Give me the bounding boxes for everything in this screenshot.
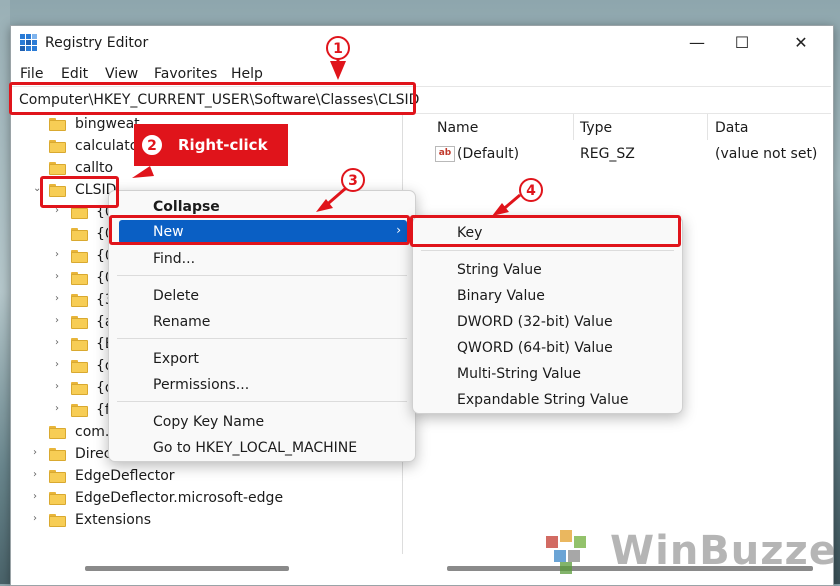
- step-badge-1: 1: [326, 36, 350, 60]
- step-badge-3: 3: [341, 168, 365, 192]
- step-badge-2: 2: [140, 133, 164, 157]
- watermark: WinBuzzer: [610, 528, 840, 574]
- winbuzzer-logo-icon: [546, 530, 586, 574]
- arrow-step2: [132, 166, 154, 178]
- callout-right-click: 2 Right-click: [134, 124, 288, 166]
- step-badge-4: 4: [519, 178, 543, 202]
- callout-label: Right-click: [178, 136, 268, 154]
- annotation-arrows: [132, 58, 521, 216]
